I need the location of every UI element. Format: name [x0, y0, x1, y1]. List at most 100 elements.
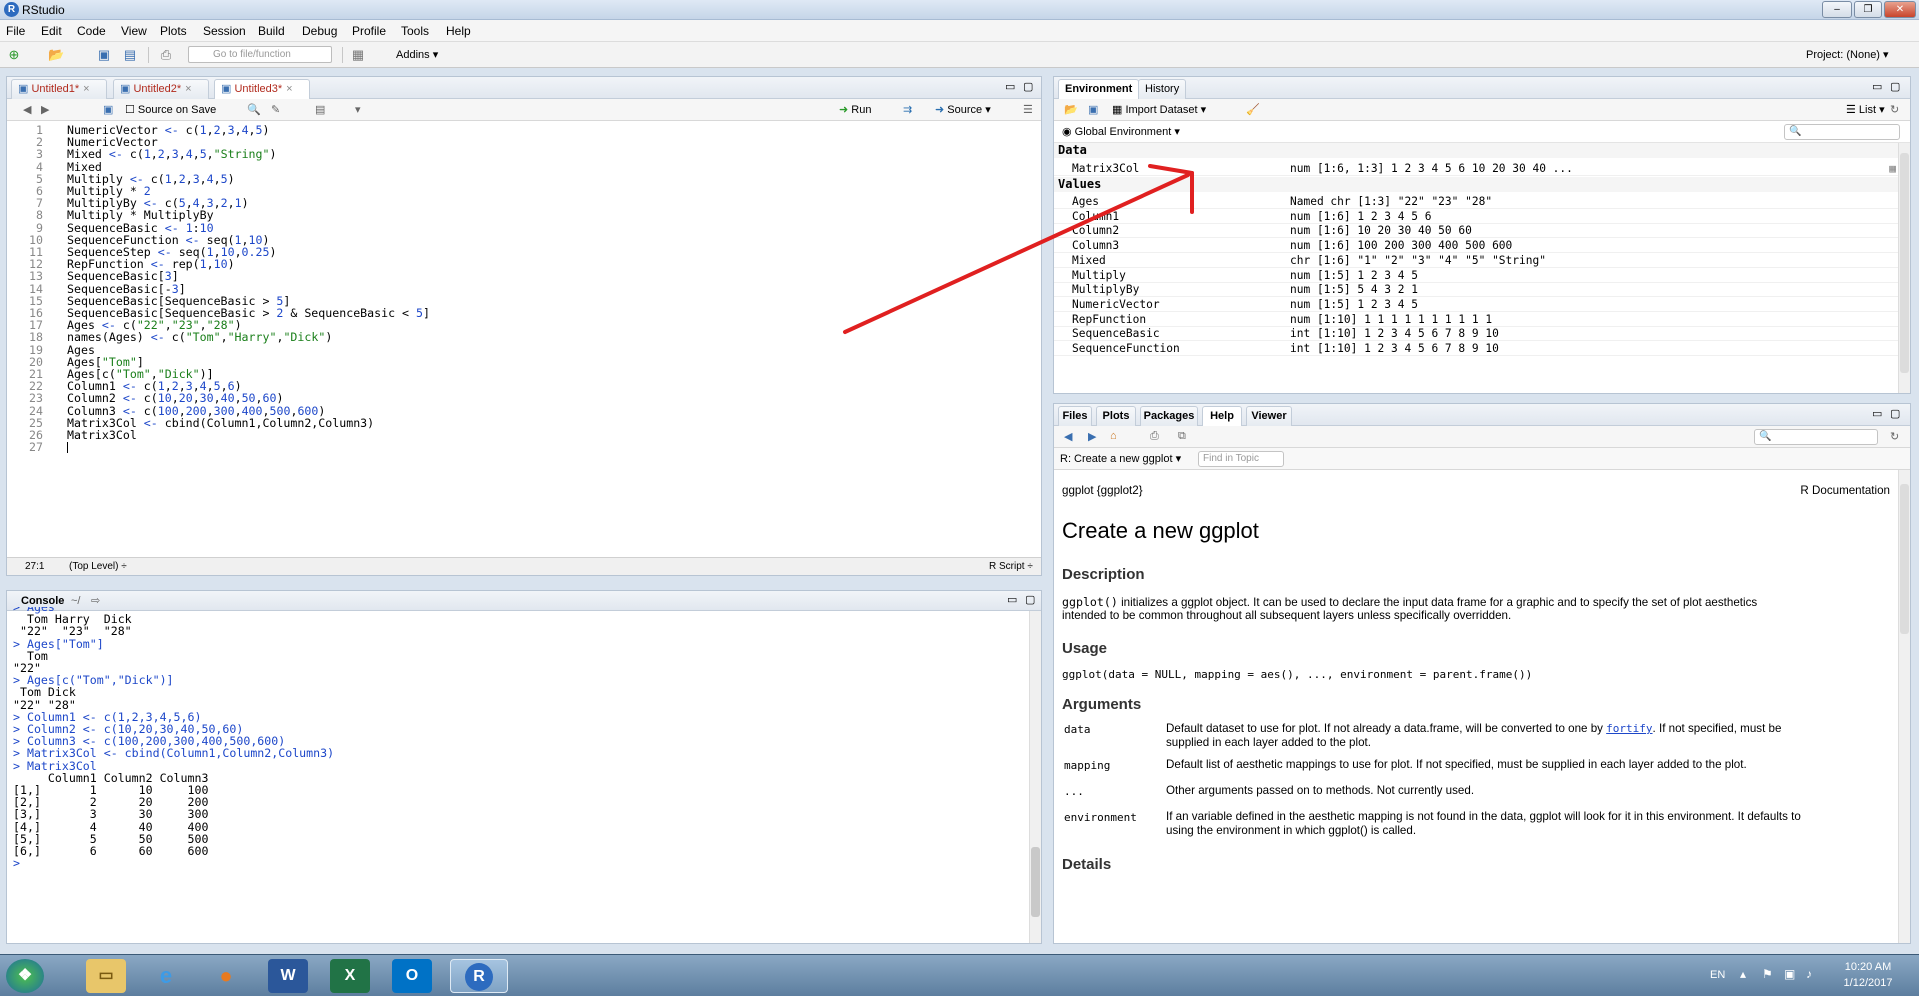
menu-profile[interactable]: Profile — [352, 24, 386, 38]
import-dataset-button[interactable]: ▦ Import Dataset ▾ — [1112, 103, 1206, 116]
tab-environment[interactable]: Environment — [1058, 79, 1140, 100]
refresh-icon[interactable]: ↻ — [1890, 103, 1899, 116]
environment-scope-selector[interactable]: ◉ Global Environment ▾ — [1062, 125, 1180, 138]
save-file-icon[interactable]: ▣ — [103, 103, 113, 116]
menu-session[interactable]: Session — [203, 24, 246, 38]
compile-report-icon[interactable]: ▤ — [315, 103, 325, 116]
minimize-button[interactable]: – — [1822, 1, 1852, 18]
environment-value-row[interactable]: Column2 num [1:6] 10 20 30 40 50 60 — [1054, 223, 1898, 239]
environment-value-row[interactable]: NumericVector num [1:5] 1 2 3 4 5 — [1054, 297, 1898, 312]
excel-icon[interactable]: X — [330, 959, 370, 993]
close-tab-icon[interactable]: × — [185, 83, 191, 95]
menu-code[interactable]: Code — [77, 24, 106, 38]
environment-value-row[interactable]: MultiplyBy num [1:5] 5 4 3 2 1 — [1054, 282, 1898, 298]
menu-debug[interactable]: Debug — [302, 24, 337, 38]
help-search-input[interactable]: 🔍 — [1754, 429, 1878, 445]
environment-value-row[interactable]: Multiply num [1:5] 1 2 3 4 5 — [1054, 268, 1898, 283]
close-tab-icon[interactable]: × — [83, 83, 89, 95]
environment-value-row[interactable]: Ages Named chr [1:3] "22" "23" "28" — [1054, 194, 1898, 209]
outlook-icon[interactable]: O — [392, 959, 432, 993]
menu-view[interactable]: View — [121, 24, 147, 38]
fortify-link[interactable]: fortify — [1606, 722, 1652, 735]
grid-layout-icon[interactable]: ▦ — [350, 47, 366, 63]
firefox-icon[interactable]: ● — [206, 959, 246, 993]
maximize-pane-icon[interactable]: ▢ — [1023, 80, 1033, 93]
environment-value-row[interactable]: SequenceFunction int [1:10] 1 2 3 4 5 6 7… — [1054, 341, 1898, 356]
menu-tools[interactable]: Tools — [401, 24, 429, 38]
minimize-pane-icon[interactable]: ▭ — [1872, 80, 1882, 93]
editor-tab-2[interactable]: ▣ Untitled2* × — [113, 79, 209, 99]
network-icon[interactable]: ▣ — [1784, 967, 1795, 981]
open-file-icon[interactable]: 📂 — [48, 47, 64, 63]
environment-scrollbar[interactable] — [1898, 143, 1910, 393]
tab-files[interactable]: Files — [1058, 406, 1092, 426]
menu-edit[interactable]: Edit — [41, 24, 62, 38]
project-menu[interactable]: Project: (None) ▾ — [1806, 48, 1889, 61]
file-explorer-icon[interactable]: ▭ — [86, 959, 126, 993]
environment-data-row[interactable]: Matrix3Col num [1:6, 1:3] 1 2 3 4 5 6 10 … — [1054, 161, 1898, 176]
go-to-directory-icon[interactable]: ⇨ — [91, 594, 100, 607]
search-icon[interactable]: 🔍 — [247, 103, 261, 116]
help-popout-icon[interactable]: ⧉ — [1178, 430, 1186, 443]
maximize-pane-icon[interactable]: ▢ — [1890, 407, 1900, 420]
tab-history[interactable]: History — [1138, 79, 1187, 99]
print-icon[interactable]: ⎙ — [158, 47, 174, 63]
internet-explorer-icon[interactable]: e — [146, 959, 186, 993]
load-workspace-icon[interactable]: 📂 — [1064, 103, 1078, 116]
menu-help[interactable]: Help — [446, 24, 471, 38]
help-refresh-icon[interactable]: ↻ — [1890, 430, 1899, 443]
back-icon[interactable]: ◀ — [23, 103, 31, 116]
environment-value-row[interactable]: RepFunction num [1:10] 1 1 1 1 1 1 1 1 1 … — [1054, 312, 1898, 327]
outline-icon[interactable]: ☰ — [1023, 103, 1033, 116]
minimize-pane-icon[interactable]: ▭ — [1005, 80, 1015, 93]
restore-button[interactable]: ❐ — [1854, 1, 1882, 18]
new-file-icon[interactable]: ⊕ — [6, 47, 22, 63]
tab-packages[interactable]: Packages — [1140, 406, 1198, 426]
rerun-icon[interactable]: ⇉ — [903, 103, 912, 116]
minimize-pane-icon[interactable]: ▭ — [1872, 407, 1882, 420]
tray-expand-icon[interactable]: ▴ — [1740, 967, 1746, 981]
view-mode-selector[interactable]: ☰ List ▾ — [1846, 103, 1885, 116]
close-tab-icon[interactable]: × — [286, 83, 292, 95]
help-home-icon[interactable]: ⌂ — [1110, 430, 1117, 442]
help-scrollbar[interactable] — [1898, 470, 1910, 943]
language-indicator[interactable]: EN — [1710, 969, 1725, 981]
environment-search-input[interactable]: 🔍 — [1784, 124, 1900, 140]
forward-icon[interactable]: ▶ — [41, 103, 49, 116]
editor-tab-3[interactable]: ▣ Untitled3* × — [214, 79, 310, 100]
environment-value-row[interactable]: Mixed chr [1:6] "1" "2" "3" "4" "5" "Stri… — [1054, 253, 1898, 268]
run-button[interactable]: ➜ Run — [839, 103, 871, 116]
clear-workspace-icon[interactable]: 🧹 — [1246, 103, 1260, 116]
tab-viewer[interactable]: Viewer — [1246, 406, 1292, 426]
find-in-topic-input[interactable]: Find in Topic — [1198, 451, 1284, 467]
console-output[interactable]: > Ages Tom Harry Dick "22" "23" "28" > Ag… — [7, 607, 1029, 943]
volume-icon[interactable]: ♪ — [1806, 967, 1812, 981]
maximize-pane-icon[interactable]: ▢ — [1890, 80, 1900, 93]
clock-time[interactable]: 10:20 AM — [1838, 961, 1898, 973]
rstudio-taskbar-icon[interactable]: R — [450, 959, 508, 993]
save-icon[interactable]: ▣ — [96, 47, 112, 63]
view-data-icon[interactable]: ▦ — [1889, 161, 1896, 176]
editor-tab-1[interactable]: ▣ Untitled1* × — [11, 79, 107, 99]
minimize-pane-icon[interactable]: ▭ — [1007, 593, 1017, 606]
tab-plots[interactable]: Plots — [1096, 406, 1136, 426]
code-tools-icon[interactable]: ✎ — [271, 103, 280, 116]
environment-value-row[interactable]: Column3 num [1:6] 100 200 300 400 500 600 — [1054, 238, 1898, 254]
clock-date[interactable]: 1/12/2017 — [1838, 977, 1898, 989]
help-back-icon[interactable]: ◀ — [1064, 430, 1072, 443]
addins-menu[interactable]: Addins ▾ — [396, 48, 438, 61]
code-editor[interactable]: 1 NumericVector <- c(1,2,3,4,5) 2 NumericVe… — [7, 123, 1041, 557]
console-scrollbar[interactable] — [1029, 611, 1041, 943]
help-print-icon[interactable]: ⎙ — [1150, 430, 1159, 443]
maximize-pane-icon[interactable]: ▢ — [1025, 593, 1035, 606]
source-button[interactable]: ➜ Source ▾ — [935, 103, 991, 116]
environment-value-row[interactable]: Column1 num [1:6] 1 2 3 4 5 6 — [1054, 209, 1898, 224]
environment-value-row[interactable]: SequenceBasic int [1:10] 1 2 3 4 5 6 7 8 … — [1054, 326, 1898, 342]
source-on-save-checkbox[interactable]: ☐ Source on Save — [125, 103, 216, 116]
menu-file[interactable]: File — [6, 24, 25, 38]
more-options-icon[interactable]: ▾ — [355, 103, 361, 116]
save-workspace-icon[interactable]: ▣ — [1088, 103, 1098, 116]
help-forward-icon[interactable]: ▶ — [1088, 430, 1096, 443]
menu-build[interactable]: Build — [258, 24, 285, 38]
scope-selector[interactable]: (Top Level) ÷ — [69, 561, 127, 572]
